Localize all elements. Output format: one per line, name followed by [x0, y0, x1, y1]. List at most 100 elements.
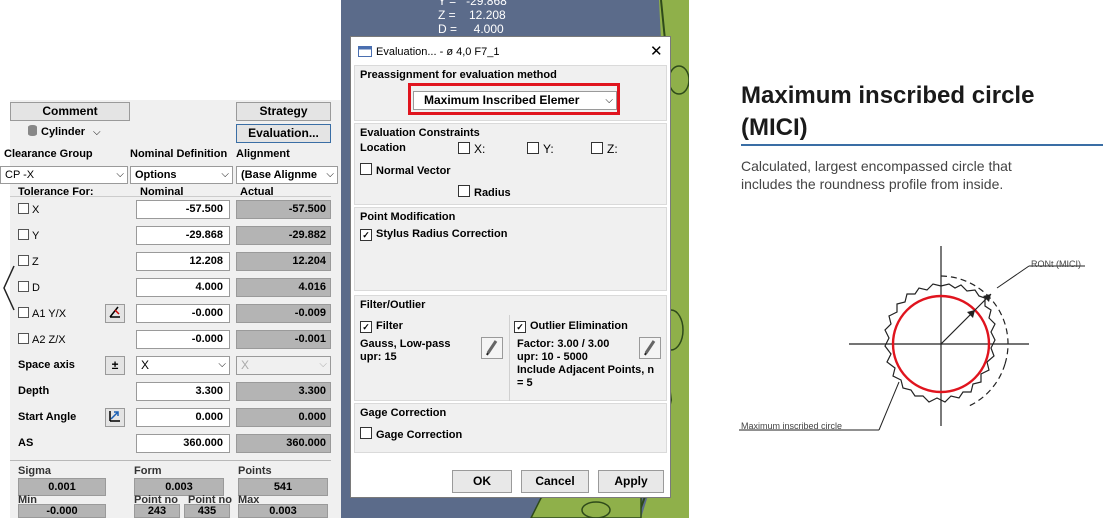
nominal-a1-input[interactable]: -0.000	[136, 304, 230, 323]
alignment-select[interactable]: (Base Alignme ⌵	[236, 166, 338, 184]
evaluation-button[interactable]: Evaluation...	[236, 124, 331, 143]
space-axis-actual-value: X	[241, 358, 250, 372]
nominal-z-input[interactable]: 12.208	[136, 252, 230, 271]
constraint-y[interactable]: Y:	[527, 142, 554, 156]
checkbox[interactable]	[527, 142, 539, 154]
constraint-z[interactable]: Z:	[591, 142, 618, 156]
feature-type-combo[interactable]: Cylinder ⌵	[10, 124, 130, 143]
row-label: D	[32, 282, 40, 294]
filter-divider	[509, 315, 510, 401]
radius-label: Radius	[474, 187, 511, 199]
nominal-d-input[interactable]: 4.000	[136, 278, 230, 297]
comment-button[interactable]: Comment	[10, 102, 130, 121]
filter-title: Filter/Outlier	[360, 299, 426, 311]
start-angle-actual: 0.000	[236, 408, 331, 427]
doc-desc-line2: includes the roundness profile from insi…	[741, 176, 1004, 192]
stylus-correction-option[interactable]: ✓ Stylus Radius Correction	[360, 228, 507, 241]
tolerance-row-x[interactable]: X	[18, 203, 39, 216]
filter-desc-2: upr: 15	[360, 351, 397, 363]
alignment-label: Alignment	[236, 148, 290, 160]
actual-y-value: -29.882	[236, 226, 331, 245]
checkbox-checked[interactable]: ✓	[360, 229, 372, 241]
angle-edit-icon[interactable]	[105, 304, 125, 323]
alignment-value: (Base Alignme	[241, 169, 318, 181]
space-axis-actual-select: X ⌵	[236, 356, 331, 375]
checkbox-checked[interactable]: ✓	[514, 321, 526, 333]
checkbox[interactable]	[360, 427, 372, 439]
actual-x-value: -57.500	[236, 200, 331, 219]
doc-title-underline	[741, 144, 1103, 146]
row-label: X	[32, 204, 40, 216]
row-label: Y	[32, 230, 40, 242]
outlier-option[interactable]: ✓ Outlier Elimination	[514, 320, 628, 333]
tolerance-row-a2[interactable]: A2 Z/X	[18, 333, 66, 346]
checkbox[interactable]	[360, 163, 372, 175]
cancel-button[interactable]: Cancel	[521, 470, 589, 493]
space-axis-value: X	[141, 358, 150, 372]
ok-button[interactable]: OK	[452, 470, 512, 493]
form-label: Form	[134, 465, 162, 477]
gage-correction-option[interactable]: Gage Correction	[360, 427, 462, 441]
checkbox[interactable]	[591, 142, 603, 154]
checkbox[interactable]	[18, 307, 29, 318]
apply-button[interactable]: Apply	[598, 470, 664, 493]
strategy-button[interactable]: Strategy	[236, 102, 331, 121]
max-point-no-value: 435	[184, 504, 230, 518]
as-actual: 360.000	[236, 434, 331, 453]
outlier-desc-2: upr: 10 - 5000	[517, 351, 588, 363]
tolerance-row-z[interactable]: Z	[18, 255, 39, 268]
checkbox[interactable]	[458, 185, 470, 197]
clearance-group-select[interactable]: CP -X ⌵	[0, 166, 128, 184]
chevron-left-icon[interactable]	[2, 264, 16, 312]
doc-desc-line1: Calculated, largest encompassed circle t…	[741, 158, 1012, 174]
nominal-y-input[interactable]: -29.868	[136, 226, 230, 245]
row-label: A2 Z/X	[32, 334, 66, 346]
nominal-x-input[interactable]: -57.500	[136, 200, 230, 219]
edit-outlier-pencil-icon[interactable]	[639, 337, 661, 359]
checkbox[interactable]	[18, 281, 29, 292]
row-label: A1 Y/X	[32, 308, 67, 320]
ron-label: RONt (MICI)	[1031, 259, 1081, 269]
checkbox-checked[interactable]: ✓	[360, 321, 372, 333]
chevron-down-icon: ⌵	[93, 127, 101, 138]
dialog-titlebar[interactable]: Evaluation... - ø 4,0 F7_1 ✕	[351, 37, 670, 65]
actual-a2-value: -0.001	[236, 330, 331, 349]
start-angle-label: Start Angle	[18, 411, 77, 423]
normal-vector-option[interactable]: Normal Vector	[360, 163, 451, 177]
nominal-definition-label: Nominal Definition	[130, 148, 228, 160]
start-angle-icon[interactable]	[105, 408, 125, 427]
clearance-group-label: Clearance Group	[4, 148, 93, 160]
constraints-title: Evaluation Constraints	[360, 127, 480, 139]
depth-actual: 3.300	[236, 382, 331, 401]
checkbox[interactable]	[18, 255, 29, 266]
tolerance-row-d[interactable]: D	[18, 281, 40, 294]
chevron-down-icon: ⌵	[326, 169, 334, 180]
depth-label: Depth	[18, 385, 50, 397]
cad-coord-z: Z = 12.208	[438, 8, 506, 22]
as-input[interactable]: 360.000	[136, 434, 230, 453]
depth-input[interactable]: 3.300	[136, 382, 230, 401]
tolerance-row-y[interactable]: Y	[18, 229, 39, 242]
start-angle-input[interactable]: 0.000	[136, 408, 230, 427]
radius-option[interactable]: Radius	[458, 185, 511, 199]
filter-option[interactable]: ✓ Filter	[360, 320, 403, 333]
doc-title-line2: (MICI)	[741, 114, 808, 141]
space-axis-select[interactable]: X ⌵	[136, 356, 230, 375]
constraint-x[interactable]: X:	[458, 142, 485, 156]
sign-toggle-button[interactable]: ±	[105, 356, 125, 375]
checkbox[interactable]	[458, 142, 470, 154]
location-label: Location	[360, 142, 406, 154]
actual-a1-value: -0.009	[236, 304, 331, 323]
close-icon[interactable]: ✕	[650, 42, 663, 60]
checkbox[interactable]	[18, 333, 29, 344]
nominal-a2-input[interactable]: -0.000	[136, 330, 230, 349]
checkbox[interactable]	[18, 203, 29, 214]
gage-title: Gage Correction	[360, 407, 447, 419]
tolerance-row-a1[interactable]: A1 Y/X	[18, 307, 66, 320]
space-axis-label: Space axis	[18, 359, 75, 371]
edit-filter-pencil-icon[interactable]	[481, 337, 503, 359]
cad-coord-d: D = 4.000	[438, 22, 504, 36]
min-point-no-value: 243	[134, 504, 180, 518]
checkbox[interactable]	[18, 229, 29, 240]
nominal-definition-select[interactable]: Options ⌵	[130, 166, 233, 184]
